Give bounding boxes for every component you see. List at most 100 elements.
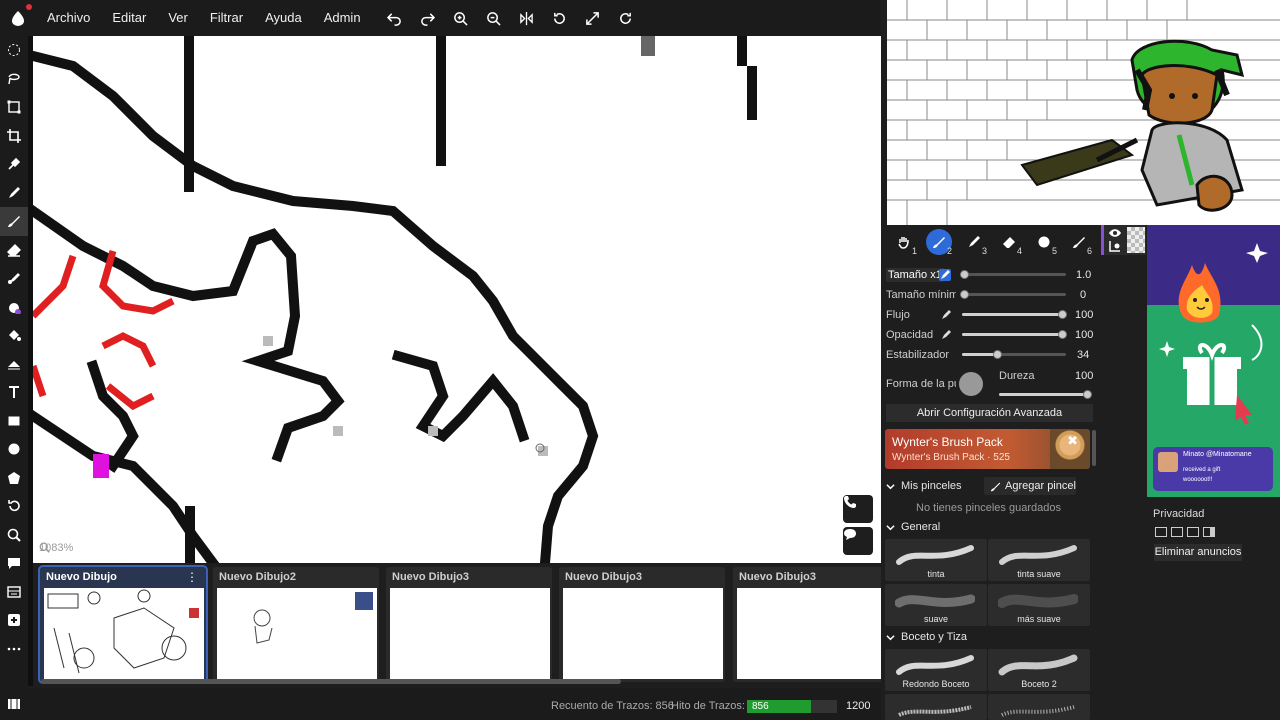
brush-icon[interactable] <box>0 207 28 236</box>
layer-settings-icon[interactable] <box>1108 240 1122 252</box>
layout-right-icon[interactable] <box>1203 527 1215 537</box>
brush-tip-preview[interactable] <box>959 372 983 396</box>
layer-accent <box>1101 225 1104 255</box>
advertisement[interactable]: Minato @Minatomane received a gift woooo… <box>1147 225 1280 497</box>
rectangle-icon[interactable] <box>0 407 28 436</box>
drawing-tab[interactable]: Nuevo Dibujo3 <box>733 567 881 682</box>
fill-bucket-icon[interactable] <box>0 321 28 350</box>
brush-preset[interactable]: suave <box>885 584 987 626</box>
select-icon[interactable] <box>0 36 28 65</box>
size-slider-knob[interactable] <box>960 270 969 279</box>
ad-notif-sub: received a gift <box>1183 467 1221 473</box>
layer-thumbnail[interactable] <box>1101 225 1146 255</box>
layout-full-icon[interactable] <box>1155 527 1167 537</box>
brush-preset[interactable]: tinta suave <box>988 539 1090 581</box>
brush-preset[interactable] <box>988 694 1090 720</box>
drawing-tab[interactable]: Nuevo Dibujo3 <box>386 567 552 682</box>
crop-icon[interactable] <box>0 122 28 151</box>
menu-admin[interactable]: Admin <box>313 0 372 36</box>
menu-ver[interactable]: Ver <box>157 0 199 36</box>
size-slider[interactable] <box>962 273 1066 276</box>
gradient-icon[interactable] <box>0 350 28 379</box>
drawing-tab[interactable]: Nuevo Dibujo3 <box>559 567 725 682</box>
opacity-slider[interactable] <box>962 333 1062 336</box>
hardness-slider-knob[interactable] <box>1083 390 1092 399</box>
stabilizer-slider-knob[interactable] <box>993 350 1002 359</box>
brush-slot-6[interactable]: 6 <box>1061 228 1096 256</box>
chat-icon[interactable] <box>0 549 28 578</box>
brush-preset[interactable] <box>885 694 987 720</box>
speech-bubble-icon <box>844 529 856 540</box>
eraser-slot-4[interactable]: 4 <box>991 228 1026 256</box>
round-brush-slot-5[interactable]: 5 <box>1026 228 1061 256</box>
privacy-label[interactable]: Privacidad <box>1153 508 1204 520</box>
filmstrip-icon[interactable] <box>0 690 28 719</box>
text-icon[interactable] <box>0 378 28 407</box>
flow-slider[interactable] <box>962 313 1062 316</box>
zoom-in-icon[interactable] <box>444 0 477 36</box>
app-logo[interactable] <box>0 0 36 36</box>
layout-left-icon[interactable] <box>1187 527 1199 537</box>
min-size-slider-knob[interactable] <box>960 290 969 299</box>
menu-filtrar[interactable]: Filtrar <box>199 0 254 36</box>
rotate-icon[interactable] <box>543 0 576 36</box>
advanced-settings-button[interactable]: Abrir Configuración Avanzada <box>886 404 1093 422</box>
ellipse-icon[interactable] <box>0 435 28 464</box>
brush-preset[interactable]: Redondo Boceto <box>885 649 987 691</box>
blur-icon[interactable] <box>0 293 28 322</box>
menu-editar[interactable]: Editar <box>101 0 157 36</box>
drawing-canvas[interactable]: 1083% <box>33 36 881 563</box>
undo-icon[interactable] <box>378 0 411 36</box>
pen-icon[interactable] <box>0 179 28 208</box>
brush-preset[interactable]: tinta <box>885 539 987 581</box>
eraser-icon[interactable] <box>0 236 28 265</box>
pressure-icon[interactable] <box>939 269 951 281</box>
flip-icon[interactable] <box>510 0 543 36</box>
remove-ads-button[interactable]: Eliminar anuncios <box>1154 544 1242 561</box>
eye-icon[interactable] <box>1108 227 1122 239</box>
brush-pack-promo[interactable]: Wynter's Brush Pack Wynter's Brush Pack … <box>885 429 1090 469</box>
horizontal-scrollbar[interactable] <box>41 679 621 684</box>
lasso-icon[interactable] <box>0 65 28 94</box>
sketch-section-header[interactable]: Boceto y Tiza <box>886 631 967 643</box>
add-brush-button[interactable]: Agregar pincel <box>984 477 1076 495</box>
brush-preset[interactable]: Boceto 2 <box>988 649 1090 691</box>
add-icon[interactable] <box>0 606 28 635</box>
canvas-preview[interactable] <box>887 0 1280 225</box>
reset-view-icon[interactable] <box>609 0 642 36</box>
drawing-tab[interactable]: Nuevo Dibujo ⋮ <box>38 565 208 684</box>
opacity-slider-knob[interactable] <box>1058 330 1067 339</box>
history-icon[interactable] <box>0 492 28 521</box>
eyedropper-icon[interactable] <box>0 150 28 179</box>
pen-slot-3[interactable]: 3 <box>956 228 991 256</box>
close-icon[interactable]: ✖ <box>1067 433 1078 449</box>
min-size-slider[interactable] <box>962 293 1066 296</box>
fullscreen-icon[interactable] <box>576 0 609 36</box>
transform-icon[interactable] <box>0 93 28 122</box>
call-button[interactable] <box>843 495 873 523</box>
zoom-out-icon[interactable] <box>477 0 510 36</box>
brush-slot-2[interactable]: 2 <box>921 228 956 256</box>
zoom-icon[interactable] <box>0 521 28 550</box>
hardness-label: Dureza <box>999 370 1035 382</box>
my-brushes-header[interactable]: Mis pinceles <box>886 480 962 492</box>
panel-scrollbar[interactable] <box>1092 430 1096 466</box>
drawing-tab[interactable]: Nuevo Dibujo2 <box>213 567 379 682</box>
more-icon[interactable] <box>0 635 28 664</box>
layout-bottom-icon[interactable] <box>1171 527 1183 537</box>
smudge-icon[interactable] <box>0 264 28 293</box>
pressure-icon[interactable] <box>940 309 952 321</box>
brush-preset[interactable]: más suave <box>988 584 1090 626</box>
menu-ayuda[interactable]: Ayuda <box>254 0 313 36</box>
hand-icon[interactable]: 1 <box>886 228 921 256</box>
kebab-menu-icon[interactable]: ⋮ <box>186 570 198 584</box>
polygon-icon[interactable] <box>0 464 28 493</box>
chat-button[interactable] <box>843 527 873 555</box>
menu-archivo[interactable]: Archivo <box>36 0 101 36</box>
hardness-slider[interactable] <box>999 393 1087 396</box>
layers-icon[interactable] <box>0 578 28 607</box>
flow-slider-knob[interactable] <box>1058 310 1067 319</box>
pressure-icon[interactable] <box>940 329 952 341</box>
redo-icon[interactable] <box>411 0 444 36</box>
general-section-header[interactable]: General <box>886 521 940 533</box>
